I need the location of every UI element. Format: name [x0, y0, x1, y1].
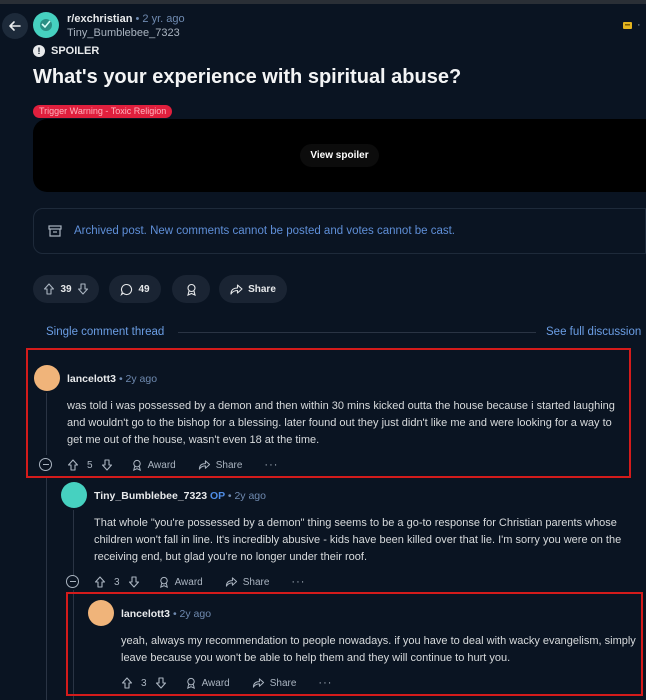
share-button[interactable]: Share	[225, 576, 270, 588]
back-button[interactable]	[2, 13, 28, 39]
more-icon[interactable]: ···	[291, 576, 305, 588]
share-button[interactable]: Share	[219, 275, 287, 303]
comment-actions: 3 Award Share ···	[94, 576, 305, 588]
award-label: Award	[174, 576, 203, 588]
comments-button[interactable]: 49	[109, 275, 161, 303]
top-right-actions: ·	[622, 19, 642, 31]
comment-vote-count: 3	[141, 677, 147, 689]
award-button[interactable]: Award	[185, 677, 230, 689]
post-age: • 2 yr. ago	[135, 13, 185, 25]
downvote-icon[interactable]	[77, 283, 89, 295]
share-button[interactable]: Share	[198, 459, 243, 471]
subreddit-avatar-icon[interactable]	[33, 12, 59, 38]
spoiler-icon: !	[33, 45, 45, 57]
collapse-icon[interactable]	[66, 575, 79, 588]
share-icon	[230, 283, 243, 295]
comment-author[interactable]: lancelott3	[121, 608, 170, 620]
share-label: Share	[242, 576, 270, 588]
award-label: Award	[201, 677, 230, 689]
top-strip	[0, 0, 646, 4]
award-icon	[186, 677, 195, 689]
post-vote-count: 39	[60, 283, 72, 295]
archived-text: Archived post. New comments cannot be po…	[74, 225, 455, 237]
share-label: Share	[215, 459, 243, 471]
share-icon	[252, 678, 264, 688]
more-icon[interactable]: ·	[637, 19, 642, 31]
more-icon[interactable]: ···	[318, 677, 332, 689]
subreddit-line: r/exchristian • 2 yr. ago	[67, 13, 185, 25]
comment-count: 49	[138, 283, 150, 295]
comment-header: Tiny_Bumblebee_7323 OP • 2y ago	[94, 490, 266, 502]
avatar[interactable]	[88, 600, 114, 626]
award-badge-icon[interactable]	[622, 20, 633, 31]
collapse-icon[interactable]	[39, 458, 52, 471]
comment-actions: 5 Award Share ···	[67, 459, 278, 471]
comment-header: lancelott3 • 2y ago	[67, 373, 157, 385]
comment-actions: 3 Award Share ···	[121, 677, 332, 689]
post-flair[interactable]: Trigger Warning - Toxic Religion	[33, 105, 173, 118]
downvote-icon[interactable]	[101, 459, 113, 471]
subreddit-name[interactable]: r/exchristian	[67, 13, 132, 25]
award-button[interactable]: Award	[131, 459, 176, 471]
more-icon[interactable]: ···	[264, 459, 278, 471]
archived-notice: Archived post. New comments cannot be po…	[33, 208, 646, 254]
award-icon	[132, 459, 141, 471]
thread-line[interactable]	[46, 393, 47, 455]
upvote-icon[interactable]	[121, 677, 133, 689]
see-full-discussion-link[interactable]: See full discussion	[546, 326, 641, 338]
upvote-icon[interactable]	[67, 459, 79, 471]
post-title: What's your experience with spiritual ab…	[33, 66, 462, 88]
spoiler-tag: ! SPOILER	[33, 45, 99, 57]
share-label: Share	[248, 283, 276, 295]
single-comment-thread-label: Single comment thread	[46, 326, 165, 338]
comment-time: • 2y ago	[227, 490, 266, 502]
award-icon	[159, 576, 168, 588]
comment-vote-count: 3	[114, 576, 120, 588]
share-icon	[225, 577, 237, 587]
downvote-icon[interactable]	[128, 576, 140, 588]
thread-divider	[178, 332, 536, 333]
archive-icon	[48, 225, 62, 237]
downvote-icon[interactable]	[155, 677, 167, 689]
comment-time: • 2y ago	[118, 373, 158, 385]
thread-line[interactable]	[46, 478, 47, 700]
comment-author[interactable]: lancelott3	[67, 373, 116, 385]
comment-body: yeah, always my recommendation to people…	[121, 635, 636, 664]
thread-line[interactable]	[73, 510, 74, 578]
avatar[interactable]	[34, 365, 60, 391]
comment-time: • 2y ago	[172, 608, 212, 620]
avatar[interactable]	[61, 482, 87, 508]
comment-vote-count: 5	[87, 459, 93, 471]
award-icon	[186, 283, 196, 296]
award-label: Award	[147, 459, 176, 471]
op-badge: OP	[209, 490, 225, 502]
share-icon	[198, 460, 210, 470]
post-author[interactable]: Tiny_Bumblebee_7323	[67, 27, 180, 39]
upvote-icon[interactable]	[43, 283, 55, 295]
spoiler-media[interactable]: View spoiler	[33, 119, 646, 192]
award-button[interactable]: Award	[158, 576, 203, 588]
award-button[interactable]	[172, 275, 210, 303]
view-spoiler-button[interactable]: View spoiler	[300, 144, 379, 167]
share-button[interactable]: Share	[252, 677, 297, 689]
back-arrow-icon	[9, 21, 21, 31]
comment-body: That whole "you're possessed by a demon"…	[94, 517, 622, 563]
comment-author[interactable]: Tiny_Bumblebee_7323	[94, 490, 207, 502]
comment-header: lancelott3 • 2y ago	[121, 608, 211, 620]
comment-icon	[120, 283, 133, 296]
upvote-icon[interactable]	[94, 576, 106, 588]
spoiler-label: SPOILER	[51, 45, 100, 57]
comment-body: was told i was possessed by a demon and …	[67, 400, 615, 446]
share-label: Share	[269, 677, 297, 689]
vote-pill: 39	[33, 275, 99, 303]
